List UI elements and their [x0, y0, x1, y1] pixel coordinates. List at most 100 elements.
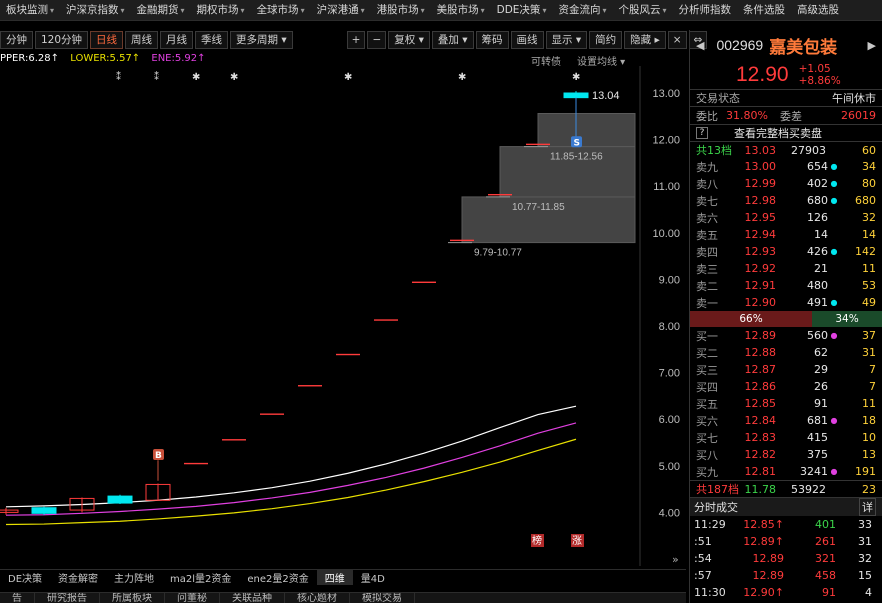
- top-menu-label: 分析师指数: [678, 3, 731, 16]
- kline-chart[interactable]: 13.00 12.00 11.00 10.00 9.00 8.00 7.00 6.00 5.00…: [0, 66, 686, 566]
- buy-count: 7: [869, 380, 876, 393]
- prev-stock-icon[interactable]: ◀: [696, 39, 704, 52]
- y-tick-label: 12.00: [652, 135, 680, 147]
- toolbar-button[interactable]: 简约: [589, 31, 623, 49]
- sell-price: 12.94: [744, 228, 777, 241]
- top-menu-item[interactable]: 港股市场 ▾: [371, 0, 431, 20]
- buy-label: 买九: [696, 465, 718, 479]
- tick-vol: 261: [815, 535, 836, 548]
- sell-count: 34: [862, 160, 876, 173]
- indicator-tab[interactable]: DE决策: [0, 570, 50, 585]
- top-menu-item[interactable]: 条件选股: [737, 0, 791, 20]
- buy-total-price: 11.78: [744, 482, 777, 496]
- top-menu-item[interactable]: 美股市场 ▾: [431, 0, 491, 20]
- toolbar-button[interactable]: 画线: [510, 31, 544, 49]
- info-tab[interactable]: 关联品种: [220, 593, 285, 603]
- tick-row: 11:30 12.90↑ 91 4: [690, 584, 882, 601]
- tick-row: :54 12.89 321 32: [690, 550, 882, 567]
- y-tick-label: 8.00: [659, 321, 680, 333]
- top-menu-item[interactable]: 全球市场 ▾: [251, 0, 311, 20]
- toolbar-button[interactable]: 120分钟: [35, 31, 89, 49]
- lower-band-line: [5, 438, 577, 526]
- toolbar-button[interactable]: 分钟: [0, 31, 33, 49]
- next-stock-icon[interactable]: ▶: [868, 39, 876, 52]
- signal-star-icon: ✱: [192, 72, 200, 83]
- sell-price: 12.91: [744, 279, 777, 292]
- toolbar-button[interactable]: 季线: [195, 31, 229, 49]
- indicator-tab[interactable]: 主力阵地: [106, 570, 162, 585]
- toolbar-button[interactable]: −: [367, 31, 387, 49]
- top-menu-item[interactable]: 分析师指数: [672, 0, 737, 20]
- toolbar-button[interactable]: 更多周期 ▾: [230, 31, 293, 49]
- candle-body: [336, 353, 360, 356]
- top-menu-item[interactable]: 金融期货 ▾: [131, 0, 191, 20]
- toolbar-button[interactable]: 周线: [125, 31, 159, 49]
- top-menu-label: 个股风云: [618, 3, 661, 16]
- toolbar-button[interactable]: 月线: [160, 31, 194, 49]
- buy-price: 12.86: [744, 380, 777, 393]
- info-tab[interactable]: 所属板块: [100, 593, 165, 603]
- info-tab[interactable]: 核心题材: [285, 593, 350, 603]
- sell-count: 680: [855, 194, 876, 207]
- indicator-tab[interactable]: ma2l量2资金: [162, 570, 239, 585]
- price-change: +1.05 +8.86%: [799, 63, 841, 87]
- top-menu-item[interactable]: 资金流向 ▾: [552, 0, 612, 20]
- info-tab[interactable]: 模拟交易: [350, 593, 415, 603]
- buy-label: 买五: [696, 397, 718, 411]
- close-icon[interactable]: ×: [667, 31, 687, 49]
- buy-count: 10: [862, 431, 876, 444]
- sell-marker-text: S: [574, 138, 580, 148]
- info-tab[interactable]: 告: [0, 593, 35, 603]
- ene-band-line: [5, 422, 577, 516]
- dropdown-arrow-icon: ▾: [300, 5, 305, 15]
- y-tick-label: 5.00: [659, 461, 680, 473]
- buy-count: 7: [869, 363, 876, 376]
- toolbar-button[interactable]: 筹码: [475, 31, 509, 49]
- toolbar-button[interactable]: 显示 ▾: [545, 31, 588, 49]
- top-menu-item[interactable]: 期权市场 ▾: [191, 0, 251, 20]
- sell-count: 80: [862, 177, 876, 190]
- top-menu-item[interactable]: 沪深京指数 ▾: [60, 0, 131, 20]
- stock-name: 嘉美包装: [769, 37, 838, 58]
- scroll-right-icon[interactable]: »: [672, 553, 679, 566]
- help-icon[interactable]: ?: [696, 127, 708, 139]
- full-book-link[interactable]: 查看完整档买卖盘: [734, 125, 822, 141]
- tick-row: :57 12.89 458 15: [690, 567, 882, 584]
- tick-time: 11:29: [694, 518, 726, 531]
- signal-star-icon: ✱: [458, 72, 466, 83]
- change-abs: +1.05: [798, 62, 831, 75]
- indicator-tab[interactable]: 量4D: [353, 570, 393, 585]
- toolbar-button[interactable]: 日线: [90, 31, 124, 49]
- toolbar-button[interactable]: 复权 ▾: [388, 31, 430, 49]
- top-menu-item[interactable]: 个股风云 ▾: [612, 0, 672, 20]
- top-menu-item[interactable]: DDE决策 ▾: [491, 0, 553, 20]
- indicator-tab[interactable]: ene2量2资金: [239, 570, 316, 585]
- top-menu-label: 资金流向: [558, 3, 601, 16]
- weicha-value: 26019: [841, 109, 876, 122]
- indicator-tab[interactable]: 资金解密: [50, 570, 106, 585]
- sell-total-row: 共13档 13.03 27903 60: [690, 141, 882, 158]
- status-label: 交易状态: [696, 92, 740, 105]
- tick-n: 33: [858, 518, 872, 531]
- toolbar-button[interactable]: 叠加 ▾: [431, 31, 474, 49]
- info-tab[interactable]: 问董秘: [165, 593, 220, 603]
- top-menu-label: 期权市场: [196, 3, 239, 16]
- ticks-detail-button[interactable]: 详: [859, 498, 876, 516]
- buy-vol: 29: [814, 363, 828, 376]
- info-tab[interactable]: 研究报告: [35, 593, 100, 603]
- top-menu-item[interactable]: 高级选股: [791, 0, 845, 20]
- toolbar-button[interactable]: 隐藏 ▸: [624, 31, 666, 49]
- top-menu-label: 美股市场: [436, 3, 479, 16]
- buy-total-n: 23: [862, 482, 876, 496]
- candle-body: [260, 413, 284, 415]
- indicator-tab[interactable]: 四维: [316, 570, 353, 585]
- top-menu-item[interactable]: 沪深港通 ▾: [311, 0, 371, 20]
- sell-label: 卖二: [696, 279, 718, 293]
- buy-label: 买四: [696, 380, 718, 394]
- buy-total-label: 共187档: [696, 483, 739, 496]
- toolbar-button[interactable]: +: [346, 31, 366, 49]
- top-menu-item[interactable]: 板块监测 ▾: [0, 0, 60, 20]
- buy-label: 买八: [696, 448, 718, 462]
- buy-label: 买三: [696, 363, 718, 377]
- full-book-row[interactable]: ? 查看完整档买卖盘: [690, 124, 882, 141]
